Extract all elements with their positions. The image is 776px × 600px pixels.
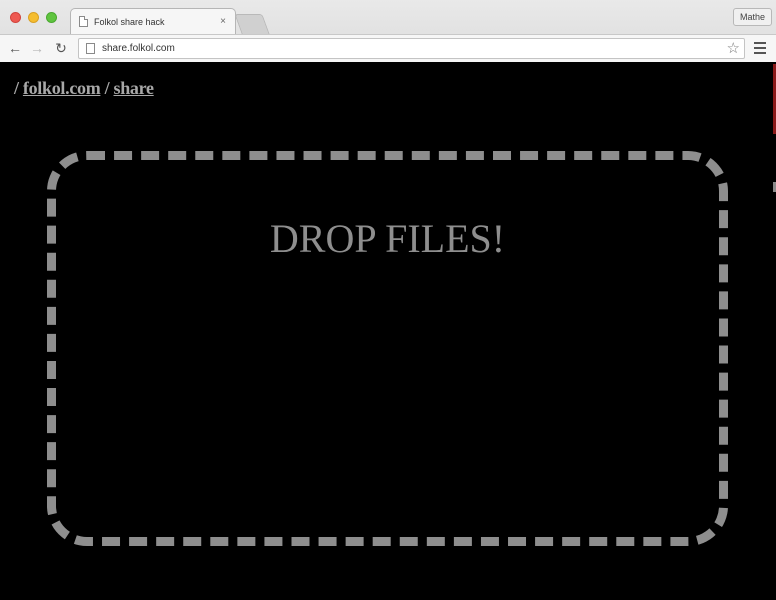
breadcrumb-separator: / (14, 78, 23, 98)
browser-toolbar: ← → ↻ share.folkol.com ☆ (0, 34, 776, 62)
browser-chrome: Folkol share hack × Mathe ← → ↻ share.fo… (0, 0, 776, 62)
page-icon (86, 43, 95, 54)
browser-tab[interactable]: Folkol share hack × (70, 8, 236, 34)
window-minimize-button[interactable] (28, 12, 39, 23)
breadcrumb-separator: / (100, 78, 114, 98)
arrow-left-icon[interactable]: ← (7, 40, 23, 56)
address-bar-url[interactable]: share.folkol.com (102, 43, 175, 54)
tab-title: Folkol share hack (94, 16, 165, 27)
address-bar[interactable]: share.folkol.com ☆ (78, 38, 745, 59)
document-icon (79, 16, 88, 27)
breadcrumb: / folkol.com / share (14, 78, 154, 99)
tab-close-icon[interactable]: × (217, 16, 229, 27)
file-dropzone[interactable]: DROP FILES! (47, 151, 728, 546)
window-maximize-button[interactable] (46, 12, 57, 23)
breadcrumb-link-share[interactable]: share (114, 78, 154, 98)
window-close-button[interactable] (10, 12, 21, 23)
new-tab-button[interactable] (234, 14, 270, 34)
arrow-right-icon[interactable]: → (29, 40, 45, 56)
window-controls (10, 12, 57, 23)
star-icon[interactable]: ☆ (727, 40, 740, 57)
profile-button[interactable]: Mathe (732, 8, 772, 26)
reload-icon[interactable]: ↻ (53, 40, 69, 56)
breadcrumb-link-site[interactable]: folkol.com (23, 78, 101, 98)
dropzone-label: DROP FILES! (269, 216, 506, 261)
hamburger-menu-icon[interactable] (754, 42, 766, 54)
